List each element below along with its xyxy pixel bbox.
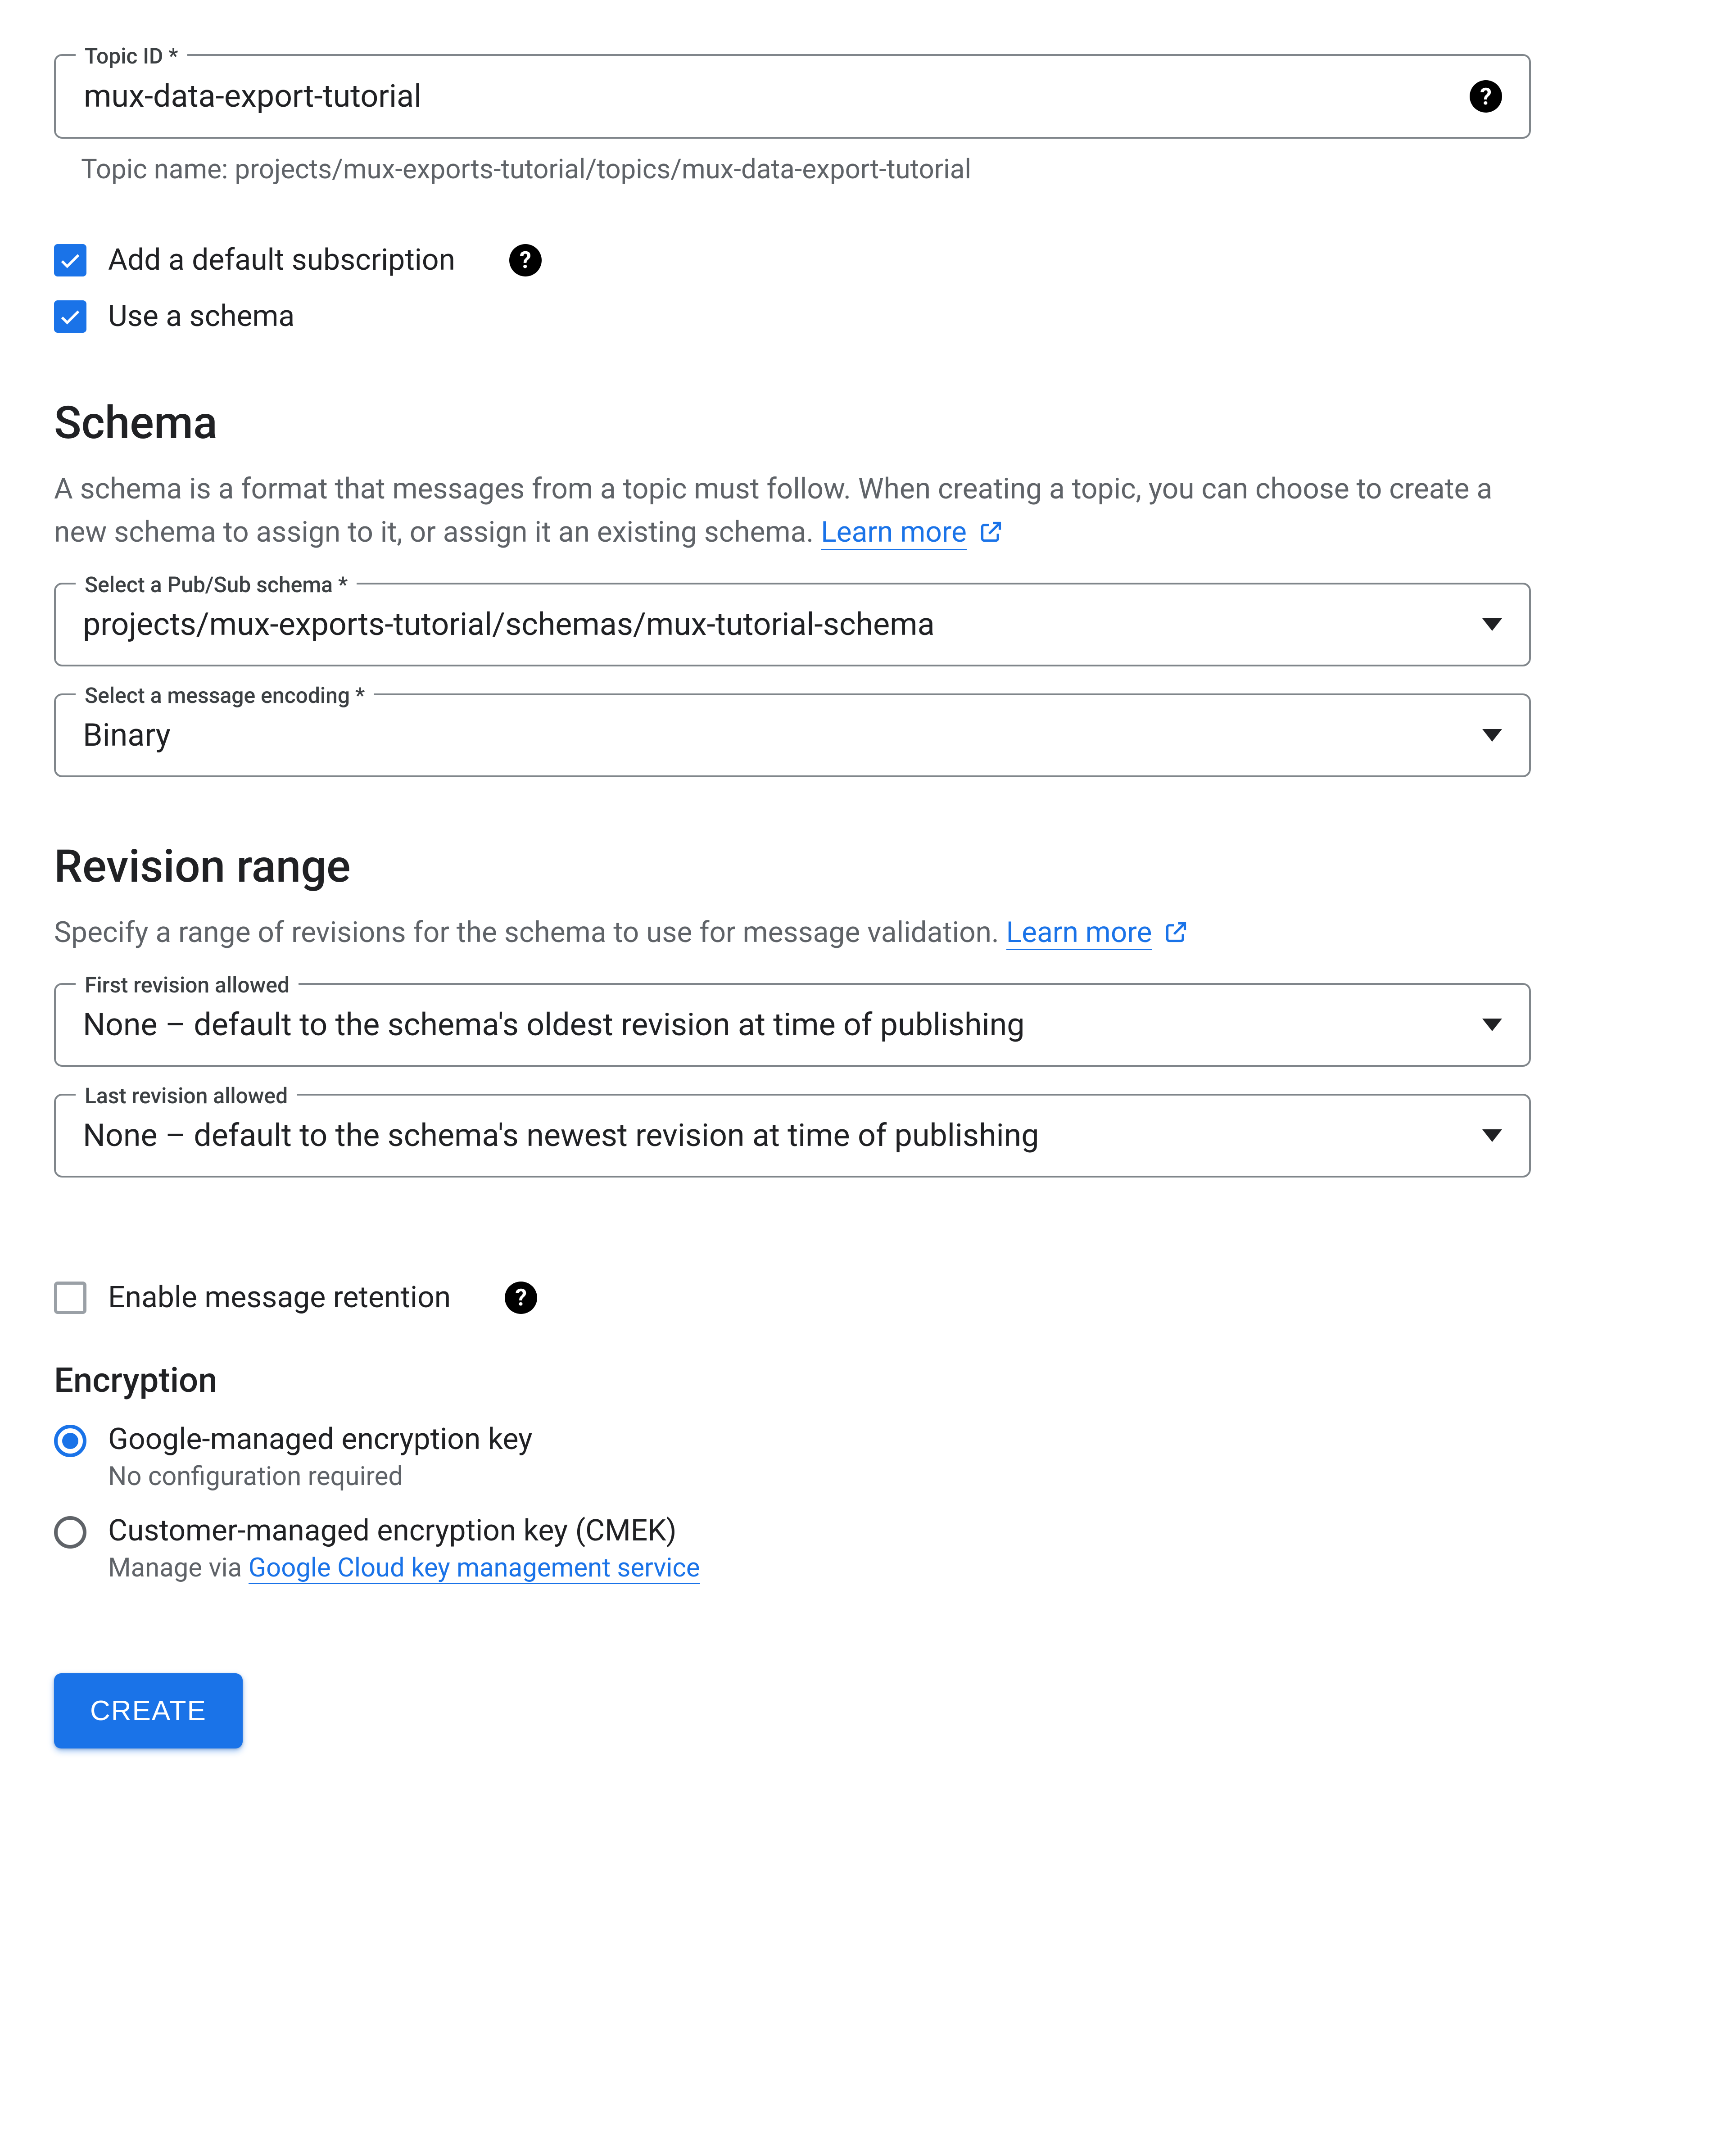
add-default-subscription-row: Add a default subscription ?	[54, 243, 1675, 277]
encryption-google-sub: No configuration required	[108, 1461, 532, 1492]
last-revision-label: Last revision allowed	[76, 1083, 297, 1109]
encryption-radio-group: Google-managed encryption key No configu…	[54, 1422, 1675, 1583]
chevron-down-icon	[1482, 1129, 1502, 1142]
topic-id-label: Topic ID *	[76, 43, 187, 69]
encryption-cmek-radio[interactable]	[54, 1516, 86, 1549]
schema-learn-more-link[interactable]: Learn more	[821, 515, 967, 550]
last-revision-value: None – default to the schema's newest re…	[83, 1117, 1464, 1154]
checkmark-icon	[58, 304, 82, 329]
encryption-google-radio[interactable]	[54, 1425, 86, 1457]
schema-description-text: A schema is a format that messages from …	[54, 472, 1492, 549]
add-default-subscription-checkbox[interactable]	[54, 244, 86, 276]
revision-learn-more-text: Learn more	[1006, 915, 1152, 949]
encryption-heading: Encryption	[54, 1360, 1675, 1400]
enable-retention-label: Enable message retention	[108, 1280, 451, 1315]
external-link-icon	[1164, 913, 1188, 956]
create-button[interactable]: CREATE	[54, 1673, 243, 1748]
external-link-icon	[979, 512, 1003, 556]
revision-range-description-text: Specify a range of revisions for the sch…	[54, 915, 1006, 949]
enable-retention-checkbox[interactable]	[54, 1282, 86, 1314]
help-icon[interactable]: ?	[505, 1282, 537, 1314]
encryption-google-row[interactable]: Google-managed encryption key No configu…	[54, 1422, 1675, 1492]
use-schema-row: Use a schema	[54, 299, 1675, 334]
topic-id-input[interactable]	[83, 77, 1452, 115]
chevron-down-icon	[1482, 618, 1502, 631]
select-schema-field[interactable]: Select a Pub/Sub schema * projects/mux-e…	[54, 583, 1531, 666]
first-revision-label: First revision allowed	[76, 972, 299, 998]
schema-heading: Schema	[54, 397, 1675, 449]
chevron-down-icon	[1482, 1019, 1502, 1031]
enable-retention-row: Enable message retention ?	[54, 1280, 1675, 1315]
encryption-cmek-kms-link[interactable]: Google Cloud key management service	[249, 1553, 700, 1584]
select-encoding-label: Select a message encoding *	[76, 683, 374, 708]
help-icon[interactable]: ?	[1470, 80, 1502, 113]
topic-name-helper-prefix: Topic name:	[81, 153, 235, 185]
select-schema-label: Select a Pub/Sub schema *	[76, 572, 357, 598]
select-schema-value: projects/mux-exports-tutorial/schemas/mu…	[83, 606, 1464, 643]
last-revision-field[interactable]: Last revision allowed None – default to …	[54, 1094, 1531, 1178]
revision-range-description: Specify a range of revisions for the sch…	[54, 911, 1531, 956]
schema-description: A schema is a format that messages from …	[54, 467, 1531, 556]
checkmark-icon	[58, 248, 82, 272]
topic-name-helper: Topic name: projects/mux-exports-tutoria…	[81, 153, 1675, 185]
encryption-cmek-kms-link-text: Google Cloud key management service	[249, 1553, 700, 1583]
use-schema-label: Use a schema	[108, 299, 294, 334]
schema-learn-more-text: Learn more	[821, 515, 967, 549]
encryption-cmek-sub-prefix: Manage via	[108, 1553, 249, 1583]
topic-name-helper-value: projects/mux-exports-tutorial/topics/mux…	[235, 153, 971, 185]
first-revision-value: None – default to the schema's oldest re…	[83, 1006, 1464, 1043]
encryption-google-label: Google-managed encryption key	[108, 1422, 532, 1457]
use-schema-checkbox[interactable]	[54, 300, 86, 333]
encryption-cmek-label: Customer-managed encryption key (CMEK)	[108, 1513, 700, 1548]
select-encoding-field[interactable]: Select a message encoding * Binary	[54, 693, 1531, 777]
encryption-cmek-sub: Manage via Google Cloud key management s…	[108, 1553, 700, 1583]
help-icon[interactable]: ?	[509, 244, 542, 276]
select-encoding-value: Binary	[83, 717, 1464, 754]
chevron-down-icon	[1482, 729, 1502, 742]
encryption-cmek-row[interactable]: Customer-managed encryption key (CMEK) M…	[54, 1513, 1675, 1583]
add-default-subscription-label: Add a default subscription	[108, 243, 455, 277]
first-revision-field[interactable]: First revision allowed None – default to…	[54, 983, 1531, 1067]
revision-learn-more-link[interactable]: Learn more	[1006, 915, 1152, 950]
revision-range-heading: Revision range	[54, 840, 1675, 893]
topic-id-field: Topic ID * ?	[54, 54, 1531, 139]
